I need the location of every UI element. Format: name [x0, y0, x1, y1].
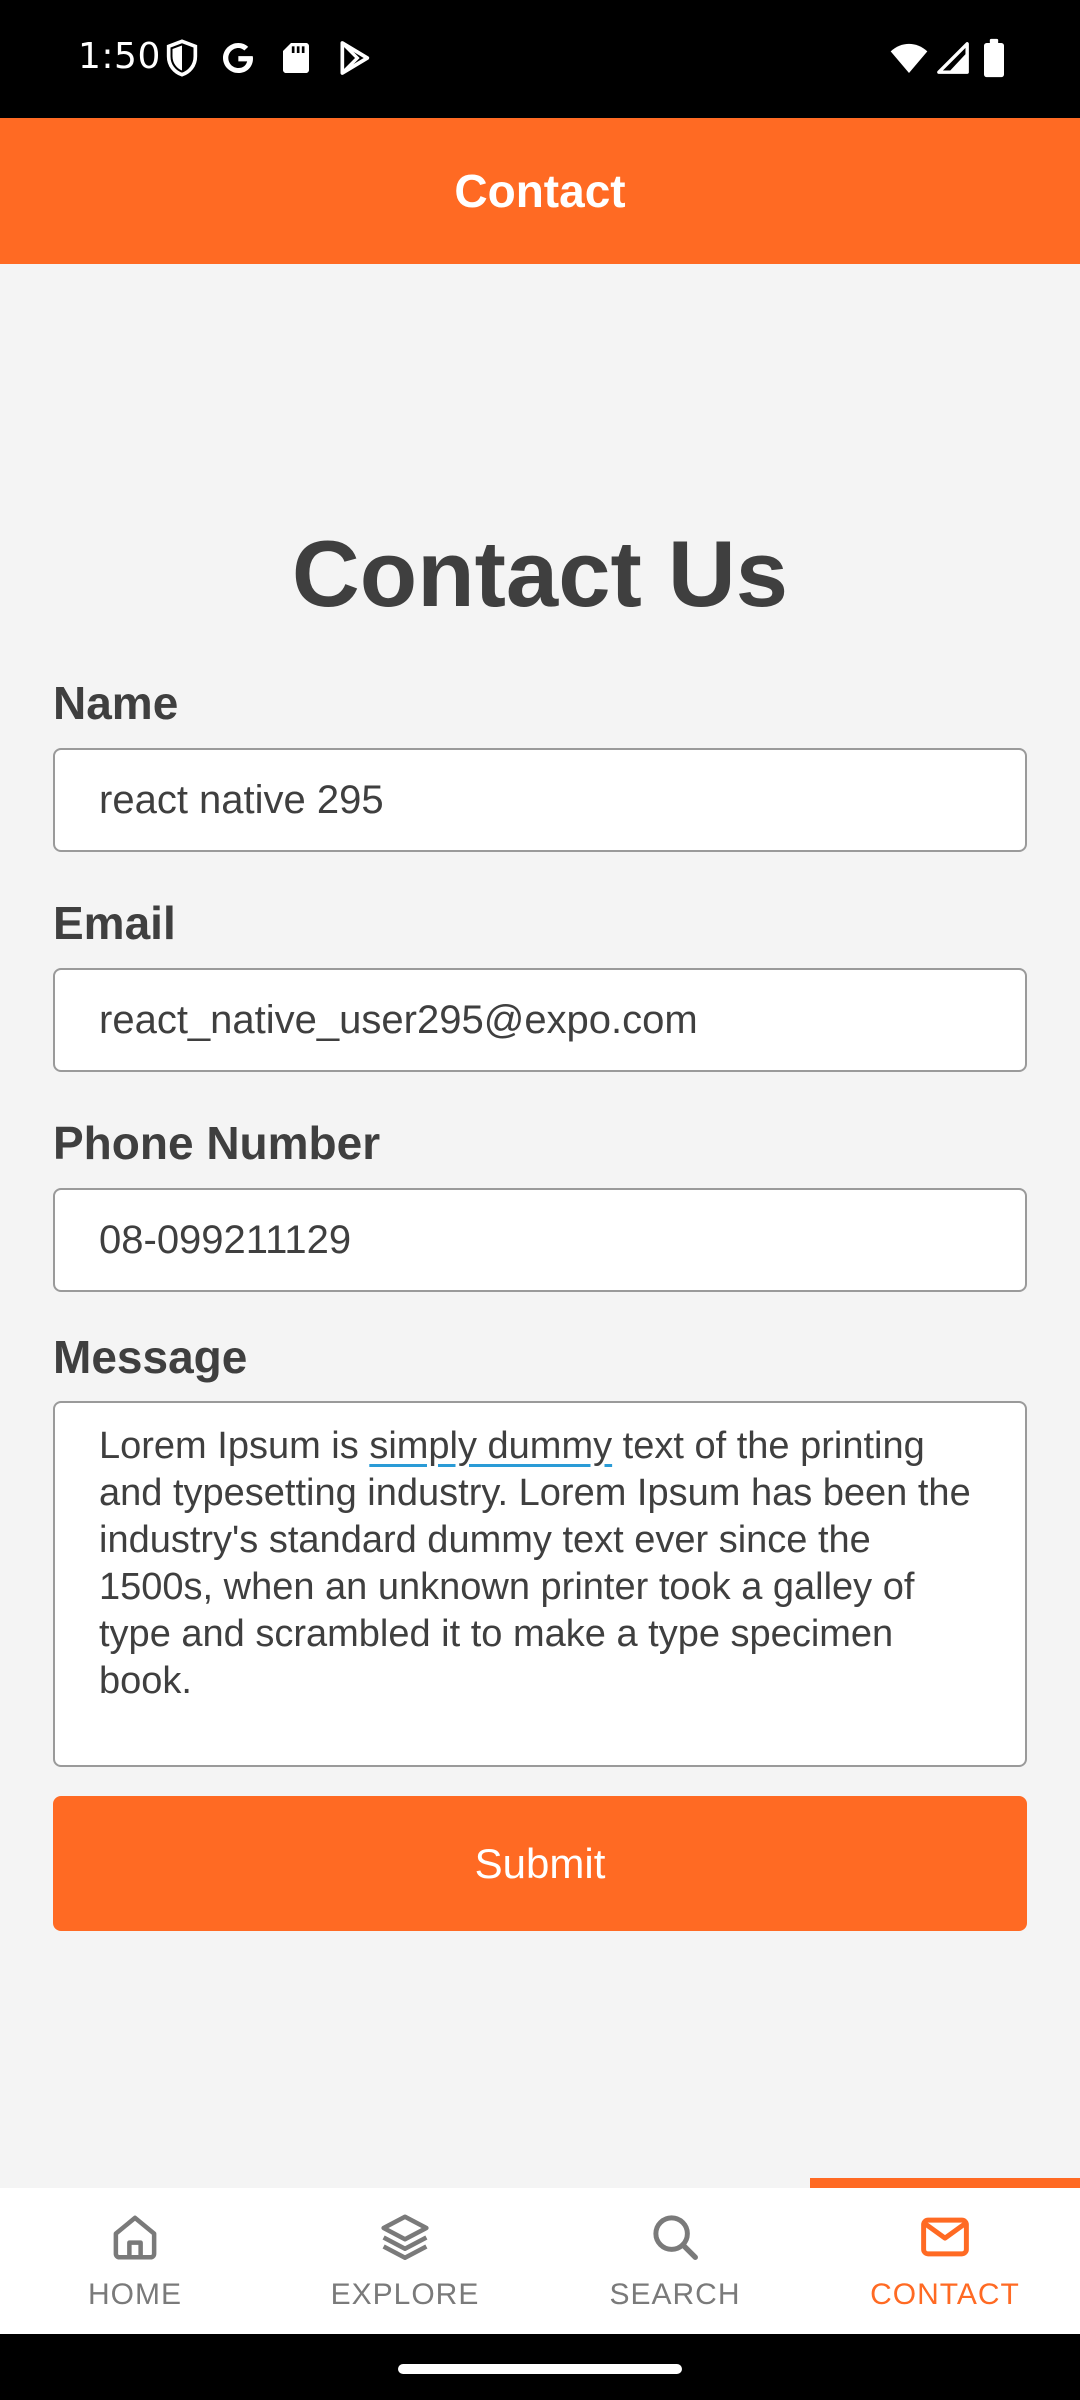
- email-input-value: react_native_user295@expo.com: [99, 997, 698, 1042]
- signal-icon: [936, 38, 970, 78]
- nav-item-explore[interactable]: EXPLORE: [270, 2188, 540, 2334]
- name-label: Name: [53, 677, 179, 729]
- shield-icon: [162, 38, 202, 78]
- nav-label-contact: CONTACT: [870, 2278, 1020, 2311]
- phone-label: Phone Number: [53, 1117, 381, 1169]
- name-input-value: react native 295: [99, 777, 384, 822]
- email-label: Email: [53, 897, 176, 949]
- nav-label-explore: EXPLORE: [330, 2278, 480, 2311]
- nav-label-search: SEARCH: [609, 2278, 741, 2311]
- home-icon: [108, 2210, 162, 2264]
- email-input[interactable]: react_native_user295@expo.com: [53, 968, 1027, 1072]
- google-icon: [218, 38, 258, 78]
- name-input[interactable]: react native 295: [53, 748, 1027, 852]
- submit-button[interactable]: Submit: [53, 1796, 1027, 1931]
- sd-card-icon: [276, 38, 316, 78]
- system-nav-bar: [0, 2334, 1080, 2400]
- submit-button-label: Submit: [474, 1839, 606, 1887]
- nav-item-contact[interactable]: CONTACT: [810, 2188, 1080, 2334]
- nav-item-search[interactable]: SEARCH: [540, 2188, 810, 2334]
- app-header: Contact: [0, 118, 1080, 264]
- nav-item-home[interactable]: HOME: [0, 2188, 270, 2334]
- home-gesture-bar[interactable]: [398, 2364, 682, 2374]
- layers-icon: [378, 2210, 432, 2264]
- status-time: 1:50: [78, 36, 161, 77]
- battery-icon: [980, 38, 1008, 78]
- mail-icon: [918, 2210, 972, 2264]
- nav-label-home: HOME: [88, 2278, 182, 2311]
- search-icon: [648, 2210, 702, 2264]
- message-textarea[interactable]: Lorem Ipsum is simply dummy text of the …: [53, 1401, 1027, 1767]
- page-title: Contact Us: [291, 521, 789, 626]
- phone-input-value: 08-099211129: [99, 1217, 352, 1262]
- message-text-underlined: simply dummy: [369, 1425, 613, 1467]
- message-label: Message: [53, 1331, 248, 1383]
- bottom-nav: HOME EXPLORE SEARCH CONTACT: [0, 2188, 1080, 2334]
- play-store-icon: [334, 38, 374, 78]
- message-text-part1: Lorem Ipsum is: [99, 1425, 370, 1467]
- active-tab-indicator: [810, 2178, 1080, 2188]
- phone-input[interactable]: 08-099211129: [53, 1188, 1027, 1292]
- header-title: Contact: [454, 165, 626, 217]
- status-bar: 1:50: [0, 0, 1080, 118]
- wifi-icon: [888, 38, 930, 78]
